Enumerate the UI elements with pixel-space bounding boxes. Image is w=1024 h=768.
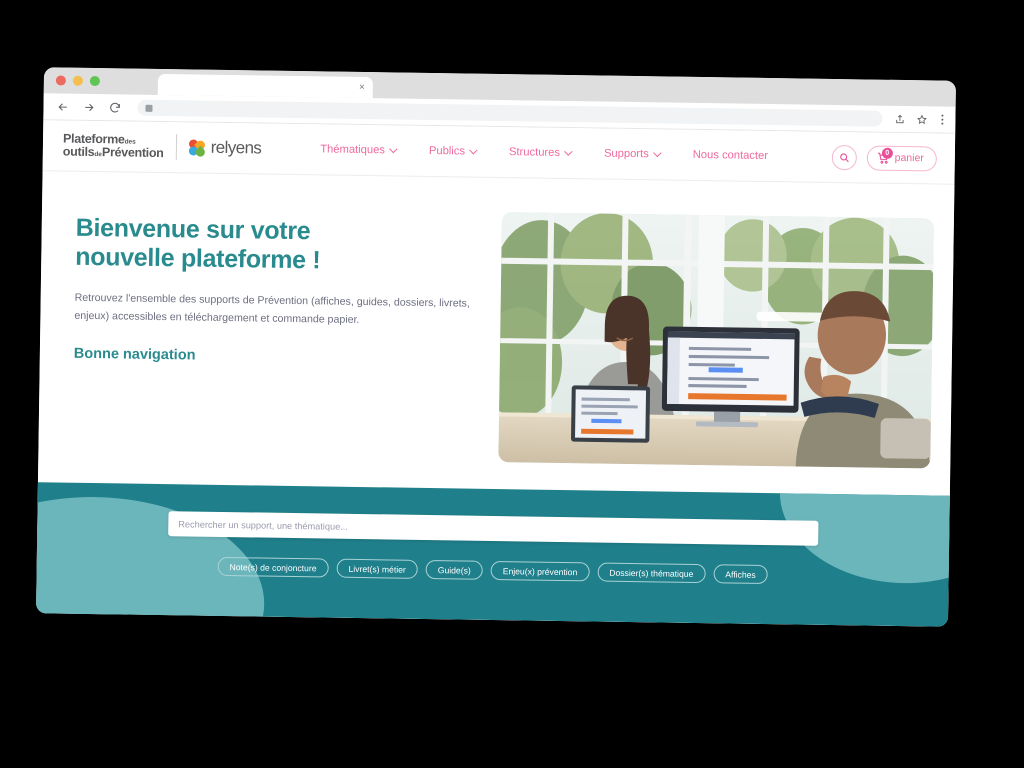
search-input[interactable] xyxy=(178,518,809,539)
nav-item-structures[interactable]: Structures xyxy=(492,146,587,159)
chip-affiches[interactable]: Affiches xyxy=(713,564,768,585)
brand-line2-small: outils xyxy=(62,144,95,160)
hero-paragraph: Retrouvez l'ensemble des supports de Pré… xyxy=(74,291,470,326)
chip-notes-conjoncture[interactable]: Note(s) de conjoncture xyxy=(217,556,329,578)
hero-title-line1: Bienvenue sur votre xyxy=(75,213,311,246)
browser-window: × Plateformedes outilsdePrévention relye… xyxy=(36,67,956,627)
hero-title-line2: nouvelle plateforme ! xyxy=(75,243,321,275)
brand-line2-main: Prévention xyxy=(101,145,164,161)
chevron-down-icon xyxy=(564,147,573,156)
chevron-down-icon xyxy=(469,145,478,155)
chevron-down-icon xyxy=(389,144,398,154)
hero-cta-link[interactable]: Bonne navigation xyxy=(74,346,474,368)
page-title: Bienvenue sur votre nouvelle plateforme … xyxy=(75,214,476,278)
close-tab-icon[interactable]: × xyxy=(359,81,365,92)
toolbar-icons xyxy=(894,113,944,125)
header-actions: 0 panier xyxy=(831,144,938,172)
minimize-window-button[interactable] xyxy=(72,75,83,86)
nav-label: Supports xyxy=(603,147,649,161)
cart-label: panier xyxy=(894,151,924,165)
main-navigation: Thématiques Publics Structures Supports xyxy=(303,143,832,163)
bookmark-star-icon[interactable] xyxy=(916,114,927,125)
back-arrow-icon[interactable] xyxy=(55,99,69,113)
relyens-mark-icon xyxy=(186,137,207,158)
hero-text-block: Bienvenue sur votre nouvelle plateforme … xyxy=(72,206,476,462)
search-field[interactable] xyxy=(168,511,819,546)
nav-item-supports[interactable]: Supports xyxy=(587,147,676,160)
kebab-menu-icon[interactable] xyxy=(941,114,944,125)
cart-button[interactable]: 0 panier xyxy=(866,144,938,172)
hero-image xyxy=(498,212,934,469)
hero-section: Bienvenue sur votre nouvelle plateforme … xyxy=(38,171,954,469)
search-toggle-button[interactable] xyxy=(831,144,857,170)
nav-item-publics[interactable]: Publics xyxy=(412,145,492,158)
relyens-logo[interactable]: relyens xyxy=(186,137,262,158)
reload-icon[interactable] xyxy=(107,100,121,114)
plateforme-wordmark: Plateformedes outilsdePrévention xyxy=(62,132,164,161)
site-info-icon xyxy=(145,104,153,112)
brand-divider xyxy=(175,134,177,161)
nav-item-nous-contacter[interactable]: Nous contacter xyxy=(676,149,785,163)
magnifier-icon xyxy=(839,152,849,162)
nav-label: Publics xyxy=(428,144,466,158)
share-icon[interactable] xyxy=(894,113,905,124)
window-controls[interactable] xyxy=(55,75,100,87)
chip-livrets-metier[interactable]: Livret(s) métier xyxy=(336,558,418,579)
chip-enjeux-prevention[interactable]: Enjeu(x) prévention xyxy=(490,560,590,582)
maximize-window-button[interactable] xyxy=(89,75,100,87)
office-photo-illustration xyxy=(498,212,934,469)
brand-logo[interactable]: Plateformedes outilsdePrévention relyens xyxy=(62,132,262,162)
nav-label: Structures xyxy=(508,146,561,159)
close-window-button[interactable] xyxy=(55,75,66,86)
chevron-down-icon xyxy=(652,148,662,158)
chip-guides[interactable]: Guide(s) xyxy=(425,559,483,580)
chip-dossiers-thematique[interactable]: Dossier(s) thématique xyxy=(597,562,706,584)
cart-count-badge: 0 xyxy=(881,147,893,159)
search-band: Note(s) de conjoncture Livret(s) métier … xyxy=(36,482,950,627)
page-content: Plateformedes outilsdePrévention relyens xyxy=(36,120,956,627)
nav-label: Nous contacter xyxy=(692,148,769,163)
nav-label: Thématiques xyxy=(320,143,386,157)
forward-arrow-icon[interactable] xyxy=(81,100,95,114)
nav-item-thematiques[interactable]: Thématiques xyxy=(303,143,412,157)
browser-tab[interactable]: × xyxy=(157,73,373,99)
relyens-wordmark: relyens xyxy=(210,137,262,158)
